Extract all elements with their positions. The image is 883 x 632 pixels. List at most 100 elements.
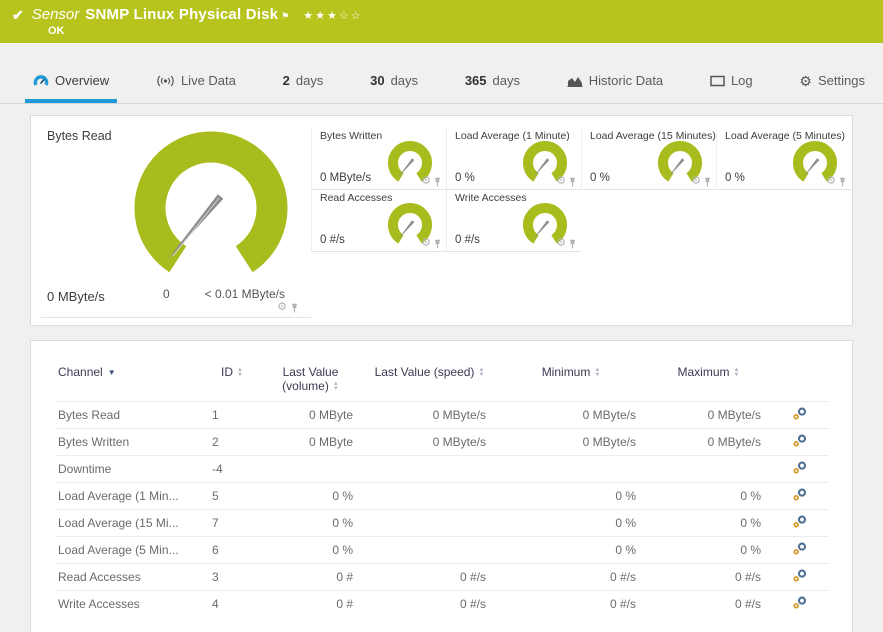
gear-icon[interactable]: ⚙ bbox=[421, 238, 431, 249]
tab-settings[interactable]: ⚙ Settings bbox=[791, 62, 873, 103]
pin-icon[interactable] bbox=[568, 177, 577, 187]
object-kind-label: Sensor bbox=[31, 6, 80, 23]
channel-settings-gears-icon[interactable] bbox=[793, 596, 807, 609]
channel-id: 5 bbox=[206, 482, 258, 510]
column-header-minimum[interactable]: Minimum ▲ ▼ bbox=[496, 361, 646, 402]
channel-maximum: 0 #/s bbox=[646, 590, 771, 618]
channel-id: 3 bbox=[206, 563, 258, 591]
channel-row[interactable]: Write Accesses 4 0 # 0 #/s 0 #/s 0 #/s bbox=[56, 590, 829, 618]
priority-stars[interactable]: ★★★☆☆ bbox=[303, 9, 362, 22]
tab-label: Log bbox=[730, 73, 753, 88]
channel-row[interactable]: Read Accesses 3 0 # 0 #/s 0 #/s 0 #/s bbox=[56, 563, 829, 591]
channel-last-value-volume: 0 MByte bbox=[258, 428, 363, 456]
channel-maximum: 0 MByte/s bbox=[646, 428, 771, 456]
tab-number: 2 bbox=[282, 73, 290, 88]
channel-last-value-volume: 0 # bbox=[258, 590, 363, 618]
channel-minimum: 0 % bbox=[496, 536, 646, 564]
tab-365-days[interactable]: 365 days bbox=[457, 62, 528, 103]
channel-maximum: 0 MByte/s bbox=[646, 401, 771, 429]
channel-last-value-volume bbox=[258, 455, 363, 483]
pin-icon[interactable] bbox=[703, 177, 712, 187]
tab-30-days[interactable]: 30 days bbox=[362, 62, 426, 103]
small-gauge-cell[interactable]: Bytes Written 0 MByte/s ⚙ bbox=[311, 128, 446, 190]
channel-row[interactable]: Load Average (5 Min... 6 0 % 0 % 0 % bbox=[56, 536, 829, 564]
channel-row[interactable]: Load Average (15 Mi... 7 0 % 0 % 0 % bbox=[56, 509, 829, 537]
channel-name: Write Accesses bbox=[56, 590, 206, 618]
channel-settings-gears-icon[interactable] bbox=[793, 488, 807, 501]
tab-log[interactable]: Log bbox=[702, 62, 761, 103]
channel-settings-gears-icon[interactable] bbox=[793, 515, 807, 528]
gauge-scale-max: < 0.01 MByte/s bbox=[204, 287, 285, 301]
gear-icon: ⚙ bbox=[799, 72, 812, 89]
channel-settings-gears-icon[interactable] bbox=[793, 434, 807, 447]
column-header-id[interactable]: ID ▲ ▼ bbox=[206, 361, 258, 402]
channel-settings-gears-icon[interactable] bbox=[793, 569, 807, 582]
channel-last-value-speed: 0 MByte/s bbox=[363, 428, 496, 456]
sort-desc-icon: ▼ bbox=[107, 368, 116, 378]
gauge-icon bbox=[33, 74, 49, 88]
area-chart-icon bbox=[567, 75, 583, 87]
pin-icon[interactable] bbox=[433, 239, 442, 249]
gauge-value: 0 MByte/s bbox=[320, 172, 372, 184]
channel-name: Load Average (15 Mi... bbox=[56, 509, 206, 537]
gear-icon[interactable]: ⚙ bbox=[556, 176, 566, 187]
column-header-channel[interactable]: Channel ▼ bbox=[56, 361, 206, 402]
pin-icon[interactable] bbox=[568, 239, 577, 249]
ok-check-icon: ✔ bbox=[12, 7, 24, 23]
channel-name: Load Average (1 Min... bbox=[56, 482, 206, 510]
channel-last-value-speed bbox=[363, 536, 496, 564]
channel-row[interactable]: Bytes Read 1 0 MByte 0 MByte/s 0 MByte/s… bbox=[56, 401, 829, 429]
channel-settings-gears-icon[interactable] bbox=[793, 407, 807, 420]
pin-icon[interactable] bbox=[838, 177, 847, 187]
channel-row[interactable]: Bytes Written 2 0 MByte 0 MByte/s 0 MByt… bbox=[56, 428, 829, 456]
gauge-scale-min: 0 bbox=[163, 287, 170, 301]
column-header-last-value-speed[interactable]: Last Value (speed) ▲ ▼ bbox=[363, 361, 496, 402]
gear-icon[interactable]: ⚙ bbox=[277, 302, 287, 313]
column-header-maximum[interactable]: Maximum ▲ ▼ bbox=[646, 361, 771, 402]
channel-maximum: 0 % bbox=[646, 482, 771, 510]
sensor-status-banner: ✔ Sensor SNMP Linux Physical Disk ⚑ ★★★☆… bbox=[0, 0, 883, 43]
gear-icon[interactable]: ⚙ bbox=[691, 176, 701, 187]
channel-id: 1 bbox=[206, 401, 258, 429]
small-gauge-cell[interactable]: Read Accesses 0 #/s ⚙ bbox=[311, 190, 446, 252]
tab-live-data[interactable]: Live Data bbox=[148, 62, 244, 103]
channel-table-panel: Channel ▼ ID ▲ ▼ Last Value (volume) ▲ ▼ Last… bbox=[30, 340, 853, 632]
channel-row[interactable]: Downtime -4 bbox=[56, 455, 829, 483]
gear-icon[interactable]: ⚙ bbox=[421, 176, 431, 187]
channel-id: 4 bbox=[206, 590, 258, 618]
channel-last-value-volume: 0 % bbox=[258, 536, 363, 564]
pin-icon[interactable] bbox=[290, 303, 299, 313]
tab-overview[interactable]: Overview bbox=[25, 62, 118, 103]
small-gauge-cell[interactable]: Load Average (1 Minute) 0 % ⚙ bbox=[446, 128, 581, 190]
gauge-title: Bytes Read bbox=[47, 129, 112, 143]
gear-icon[interactable]: ⚙ bbox=[556, 238, 566, 249]
channel-minimum: 0 MByte/s bbox=[496, 428, 646, 456]
channel-settings-gears-icon[interactable] bbox=[793, 542, 807, 555]
sort-both-icon: ▲ ▼ bbox=[237, 367, 243, 378]
gauge-value: 0 #/s bbox=[455, 234, 480, 246]
channel-row[interactable]: Load Average (1 Min... 5 0 % 0 % 0 % bbox=[56, 482, 829, 510]
gauge-title: Bytes Written bbox=[320, 130, 383, 142]
channel-name: Bytes Read bbox=[56, 401, 206, 429]
pin-icon[interactable] bbox=[433, 177, 442, 187]
gear-icon[interactable]: ⚙ bbox=[826, 176, 836, 187]
tab-label: Settings bbox=[817, 73, 865, 88]
small-gauge-cell[interactable]: Load Average (15 Minutes) 0 % ⚙ bbox=[581, 128, 716, 190]
channel-minimum: 0 % bbox=[496, 509, 646, 537]
channel-id: 6 bbox=[206, 536, 258, 564]
channel-minimum: 0 % bbox=[496, 482, 646, 510]
channel-maximum: 0 #/s bbox=[646, 563, 771, 591]
flag-icon[interactable]: ⚑ bbox=[281, 11, 289, 22]
small-gauge-cell[interactable]: Write Accesses 0 #/s ⚙ bbox=[446, 190, 581, 252]
channel-minimum: 0 MByte/s bbox=[496, 401, 646, 429]
channel-maximum: 0 % bbox=[646, 536, 771, 564]
sort-both-icon: ▲ ▼ bbox=[733, 367, 740, 378]
column-header-last-value-volume[interactable]: Last Value (volume) ▲ ▼ bbox=[258, 361, 363, 402]
main-gauge-bytes-read[interactable]: Bytes Read 0 MByte/s 0 < 0.01 MByte/s ⚙ bbox=[31, 116, 311, 327]
tab-2-days[interactable]: 2 days bbox=[275, 62, 332, 103]
tab-label: Historic Data bbox=[588, 73, 664, 88]
window-icon bbox=[710, 75, 725, 87]
channel-settings-gears-icon[interactable] bbox=[793, 461, 807, 474]
tab-historic-data[interactable]: Historic Data bbox=[559, 62, 671, 103]
small-gauge-cell[interactable]: Load Average (5 Minutes) 0 % ⚙ bbox=[716, 128, 851, 190]
